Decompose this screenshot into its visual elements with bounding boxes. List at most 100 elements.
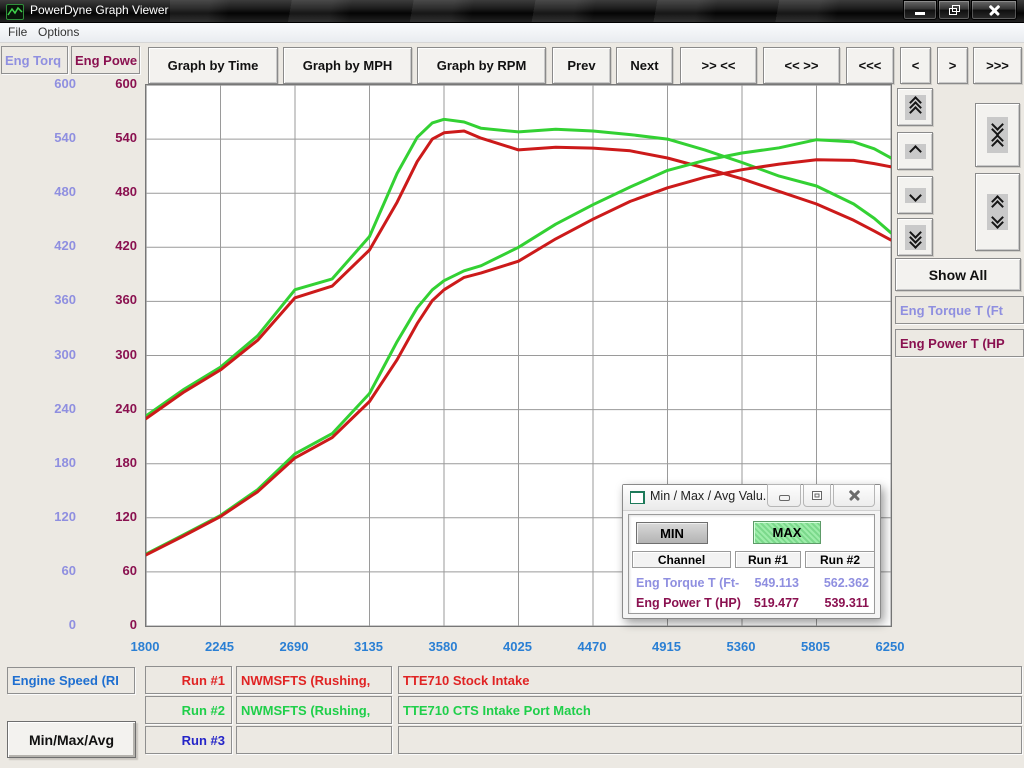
min-max-avg-popup[interactable]: Min / Max / Avg Valu... MIN MAX Channel … [622,484,881,619]
x-axis-channel-box[interactable]: Engine Speed (RI [7,667,135,694]
y-tick-label: 300 [80,347,137,363]
graph-by-mph-button[interactable]: Graph by MPH [283,47,412,84]
run3-file-box[interactable] [236,726,392,754]
run2-label: Run #2 [145,696,232,724]
torque-channel-button[interactable]: Eng Torq [1,46,68,74]
min-toggle-button[interactable]: MIN [636,522,708,544]
table-row-power: Eng Power T (HP) 519.477 539.311 [629,596,874,612]
popup-title-bar[interactable]: Min / Max / Avg Valu... [623,485,880,511]
collapse-vertical-chevrons-icon [987,117,1008,153]
power-channel-button[interactable]: Eng Powe [71,46,140,74]
popup-maximize-button[interactable] [803,484,831,507]
titlebar-glass-streaks [170,0,870,22]
menu-options[interactable]: Options [38,25,79,39]
power-axis-channel-label[interactable]: Eng Power T (HP [895,329,1024,357]
show-all-button[interactable]: Show All [895,258,1021,291]
x-tick-label: 3580 [408,639,478,654]
y-tick-label: 240 [80,401,137,417]
close-button[interactable] [971,0,1017,20]
power-run1-max-value: 519.477 [735,596,799,610]
title-bar[interactable]: PowerDyne Graph Viewer [0,0,1024,23]
y-tick-label: 180 [80,455,137,471]
collapse-y-scale-button[interactable] [975,103,1020,167]
run3-description-box[interactable] [398,726,1022,754]
minimize-icon [779,495,790,501]
scroll-far-left-button[interactable]: <<< [846,47,894,84]
restore-button[interactable] [938,0,970,20]
column-header-run1[interactable]: Run #1 [735,551,801,568]
scroll-left-button[interactable]: < [900,47,931,84]
scroll-down-fast-button[interactable] [897,218,933,256]
torque-channel-cell: Eng Torque T (Ft- [636,576,739,590]
zoom-out-x-button[interactable]: << >> [763,47,840,84]
max-toggle-button[interactable]: MAX [753,521,821,544]
close-icon [989,5,1000,16]
app-icon [6,4,24,20]
scroll-up-button[interactable] [897,132,933,170]
y-tick-label: 480 [80,184,137,200]
prev-button[interactable]: Prev [552,47,611,84]
maximize-icon [812,491,822,500]
run3-label: Run #3 [145,726,232,754]
y-tick-label: 240 [0,401,76,417]
x-tick-label: 5805 [781,639,851,654]
torque-run2-max-value: 562.362 [805,576,869,590]
min-max-avg-button[interactable]: Min/Max/Avg [7,721,136,758]
expand-y-scale-button[interactable] [975,173,1020,251]
torque-run1-max-value: 549.113 [735,576,799,590]
scroll-down-button[interactable] [897,176,933,214]
y-tick-label: 360 [80,292,137,308]
popup-minimize-button[interactable] [767,484,801,507]
popup-table-frame: MIN MAX Channel Run #1 Run #2 Eng Torque… [628,514,875,614]
y-tick-label: 180 [0,455,76,471]
column-header-run2[interactable]: Run #2 [805,551,874,568]
minimize-icon [915,12,925,15]
powerdyne-window: PowerDyne Graph Viewer File Options Eng … [0,0,1024,768]
x-tick-label: 1800 [110,639,180,654]
close-icon [849,490,860,501]
run1-file-box[interactable]: NWMSFTS (Rushing, [236,666,392,694]
column-header-channel[interactable]: Channel [632,551,731,568]
y-tick-label: 540 [0,130,76,146]
run2-file-box[interactable]: NWMSFTS (Rushing, [236,696,392,724]
x-tick-label: 3135 [334,639,404,654]
scroll-up-fast-button[interactable] [897,88,933,126]
x-tick-label: 4470 [557,639,627,654]
table-row-torque: Eng Torque T (Ft- 549.113 562.362 [629,576,874,592]
y-tick-label: 60 [80,563,137,579]
expand-vertical-chevrons-icon [987,194,1008,230]
y-tick-label: 300 [0,347,76,363]
popup-title: Min / Max / Avg Valu... [650,489,773,503]
chevron-down-icon [905,188,926,203]
y-tick-label: 360 [0,292,76,308]
popup-close-button[interactable] [833,484,875,507]
x-tick-label: 5360 [706,639,776,654]
y-tick-label: 600 [0,76,76,92]
run1-description-box[interactable]: TTE710 Stock Intake [398,666,1022,694]
power-channel-cell: Eng Power T (HP) [636,596,741,610]
y-tick-label: 600 [80,76,137,92]
run1-label: Run #1 [145,666,232,694]
graph-by-rpm-button[interactable]: Graph by RPM [417,47,546,84]
run2-description-box[interactable]: TTE710 CTS Intake Port Match [398,696,1022,724]
graph-by-time-button[interactable]: Graph by Time [148,47,278,84]
x-tick-label: 4915 [632,639,702,654]
y-tick-label: 0 [0,617,76,633]
zoom-in-x-button[interactable]: >> << [680,47,757,84]
next-button[interactable]: Next [616,47,673,84]
triple-chevron-up-icon [905,95,926,120]
menu-file[interactable]: File [8,25,27,39]
x-tick-label: 4025 [483,639,553,654]
y-tick-label: 420 [0,238,76,254]
minimize-button[interactable] [903,0,937,20]
y-tick-label: 120 [0,509,76,525]
restore-icon [949,5,960,15]
y-tick-label: 0 [80,617,137,633]
scroll-far-right-button[interactable]: >>> [973,47,1022,84]
scroll-right-button[interactable]: > [937,47,968,84]
torque-axis-channel-label[interactable]: Eng Torque T (Ft [895,296,1024,324]
y-tick-label: 120 [80,509,137,525]
triple-chevron-down-icon [905,225,926,250]
document-icon [630,491,645,504]
x-tick-label: 2245 [185,639,255,654]
